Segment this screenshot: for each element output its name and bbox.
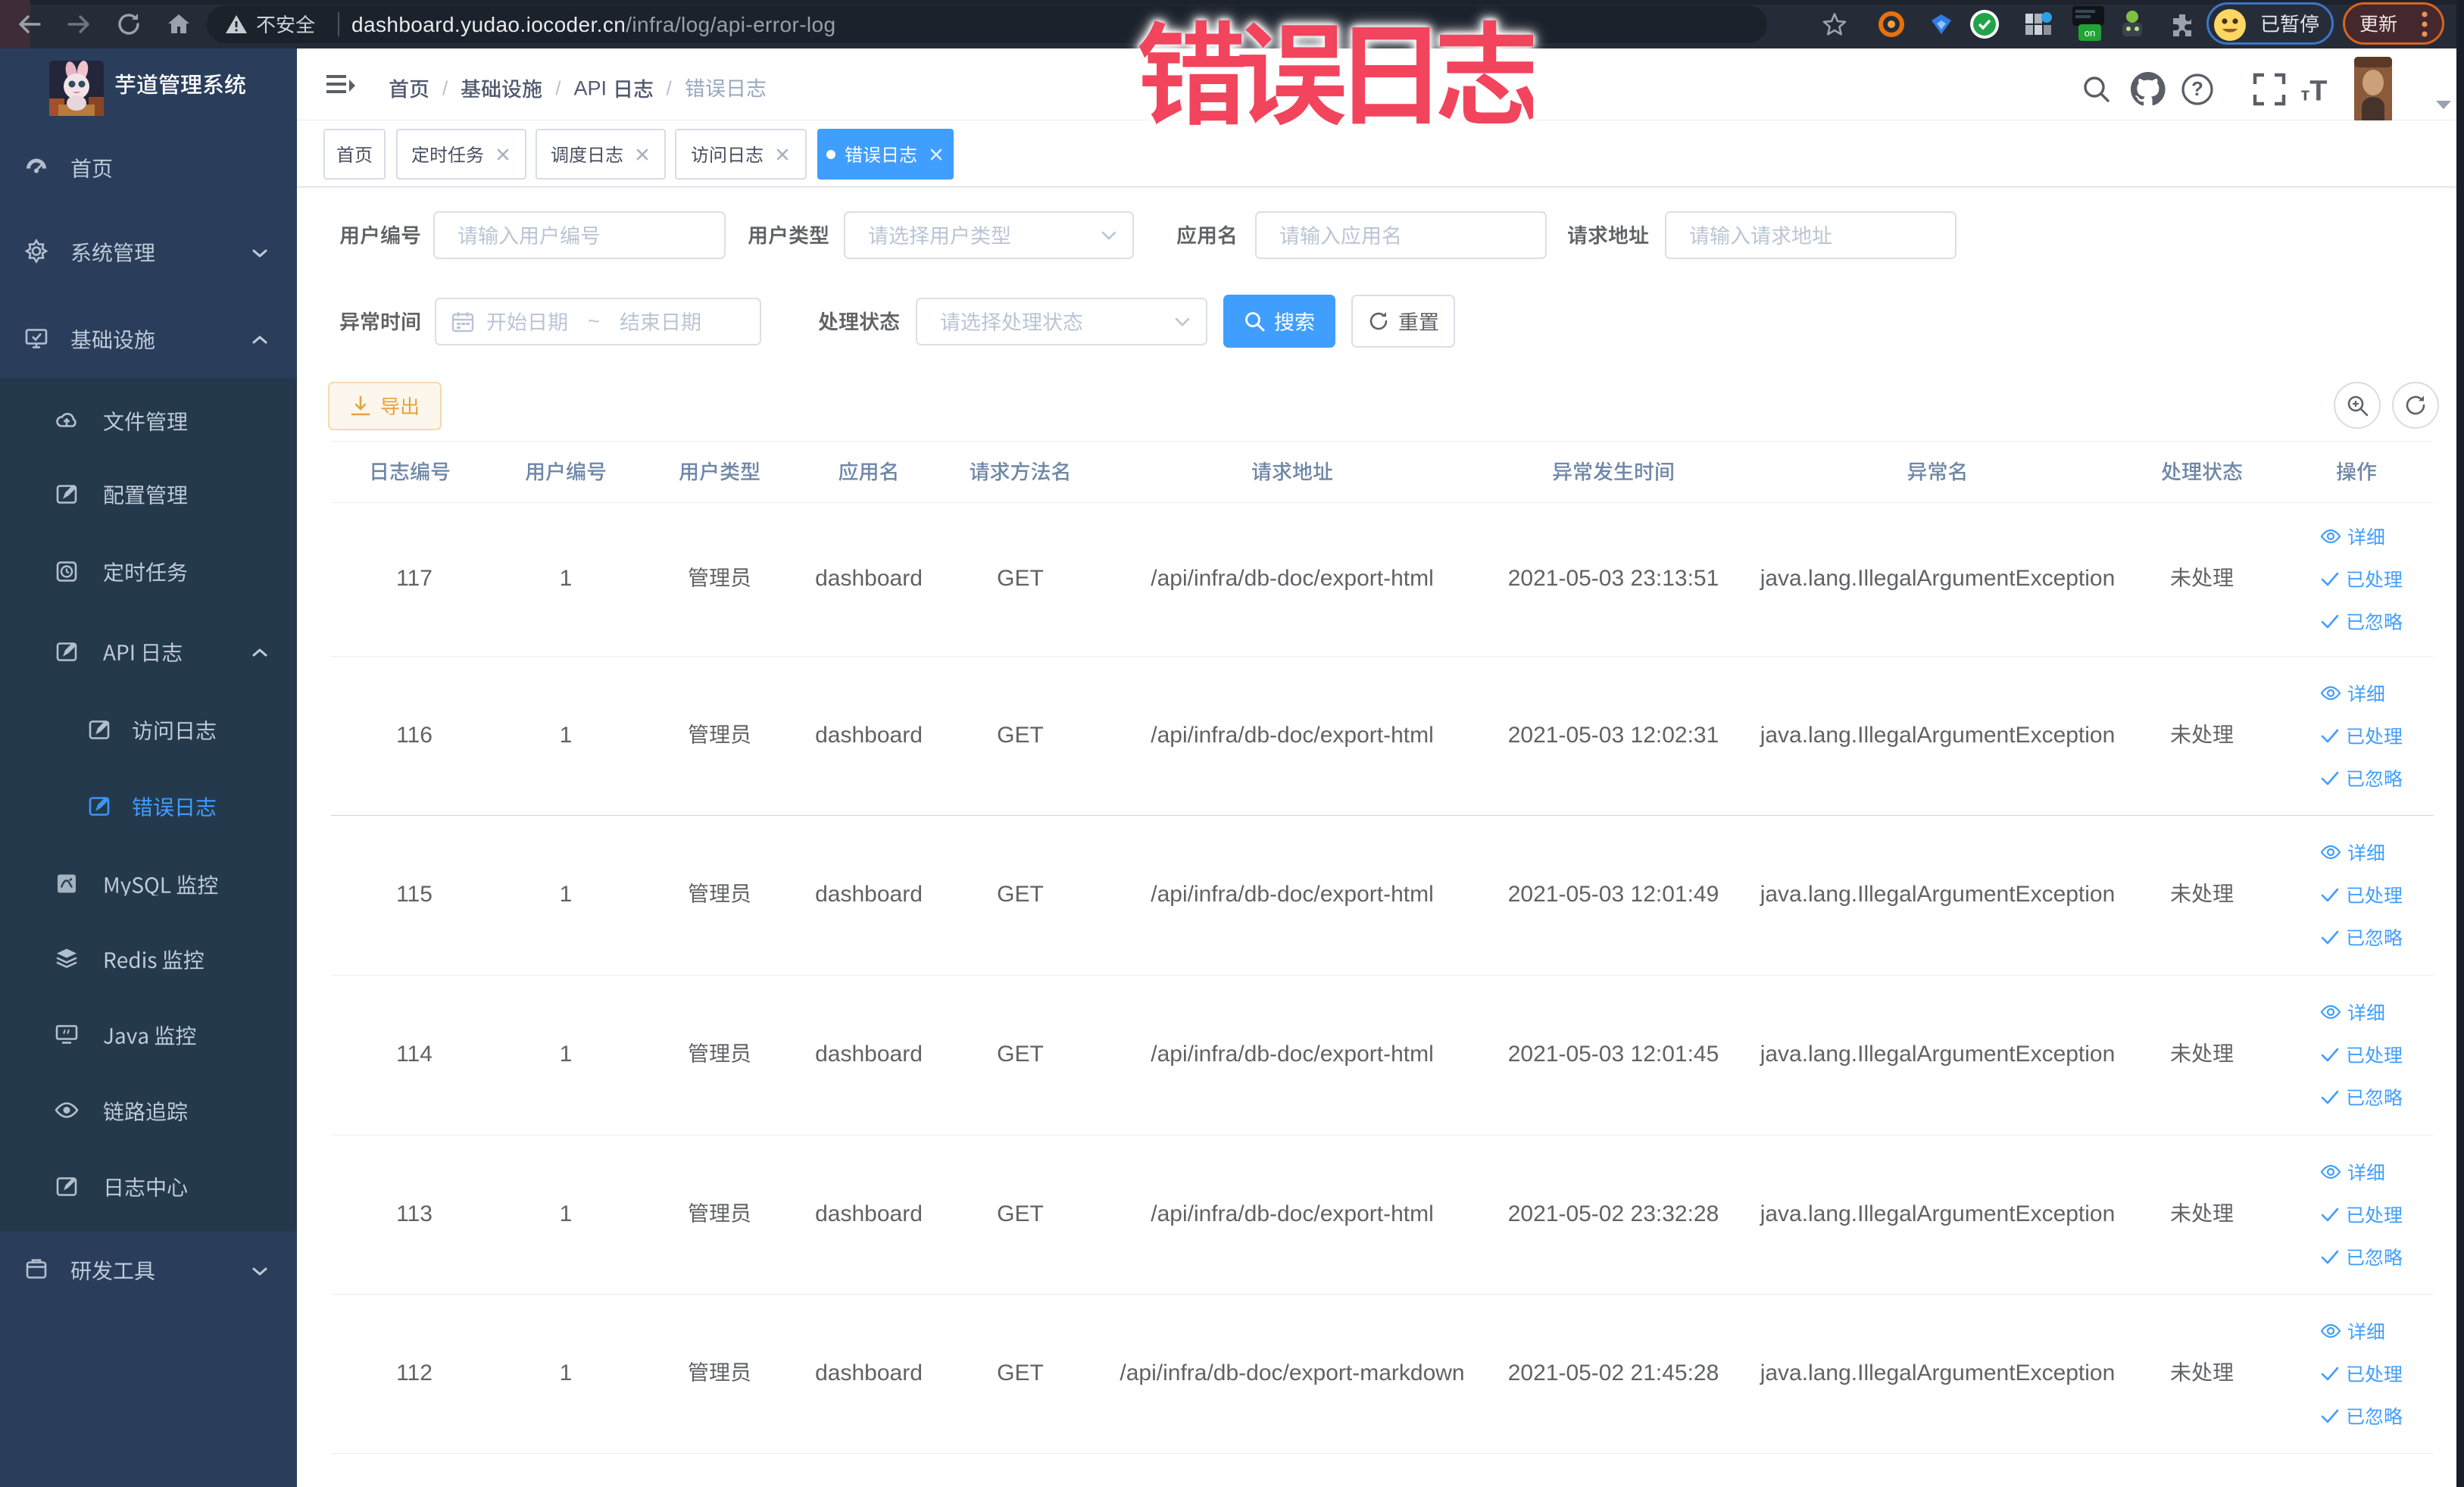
svg-text:on: on [2085,27,2095,39]
svg-text:?: ? [2191,77,2203,100]
